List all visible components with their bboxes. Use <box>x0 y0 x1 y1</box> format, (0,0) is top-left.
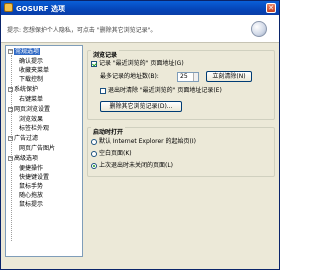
collapse-icon[interactable]: − <box>8 156 13 161</box>
radio-ie-home[interactable] <box>91 138 97 145</box>
collapse-icon[interactable]: − <box>8 107 13 112</box>
close-button[interactable]: ✕ <box>266 3 276 13</box>
clear-on-exit-checkbox[interactable]: 退出时清除 "最近浏览的" 页面地址记录(E) <box>100 87 222 95</box>
tree-guide-line <box>11 55 12 241</box>
record-history-checkbox[interactable]: 记录 "最近浏览的" 页面地址(G) <box>91 60 184 68</box>
options-tree[interactable]: − 常规选项 确认提示 收藏夹菜单 下载控制 −系统保护 右键菜单 −网页浏览设置… <box>5 45 83 257</box>
tree-item-mouse-tips[interactable]: 鼠标提示 <box>19 201 43 209</box>
tree-item-advanced[interactable]: −高级选项 <box>8 155 38 163</box>
startup-option-restore[interactable]: 上次退出时未关闭的页面(L) <box>91 162 173 170</box>
collapse-icon[interactable]: − <box>8 49 13 54</box>
tree-item-tab-appearance[interactable]: 标签栏外观 <box>19 125 49 133</box>
tree-item-download[interactable]: 下载控制 <box>19 76 43 84</box>
tree-item-drag-drop[interactable]: 随心拖放 <box>19 192 43 200</box>
stepper-arrows-icon[interactable] <box>193 73 198 81</box>
tree-item-general[interactable]: − 常规选项 <box>8 48 41 56</box>
startup-option-blank[interactable]: 空白页面(K) <box>91 150 132 158</box>
radio-restore[interactable] <box>91 162 97 169</box>
settings-globe-icon <box>251 21 267 37</box>
startup-group: 启动时打开 默认 Internet Explorer 的起始页(I) 空白页面(… <box>87 127 275 177</box>
title-bar[interactable]: GOSURF 选项 ✕ <box>1 1 279 15</box>
tree-item-mouse-gestures[interactable]: 鼠标手势 <box>19 183 43 191</box>
delete-other-history-button[interactable]: 删除其它浏览记录(D)... <box>100 101 182 112</box>
tree-item-browsing[interactable]: −网页浏览设置 <box>8 106 50 114</box>
settings-panel: 浏览记录 记录 "最近浏览的" 页面地址(G) 最多记录的地址数(B): 25 … <box>87 45 275 257</box>
startup-group-title: 启动时打开 <box>91 127 126 136</box>
hint-text: 提示: 您想保护个人隐私，可点击 "删除其它浏览记录"。 <box>7 27 157 34</box>
collapse-icon[interactable]: − <box>8 136 13 141</box>
window-title: GOSURF 选项 <box>16 5 66 13</box>
max-records-stepper[interactable]: 25 <box>177 72 199 82</box>
clear-now-button[interactable]: 立刻清除(N) <box>206 71 252 82</box>
history-group: 浏览记录 记录 "最近浏览的" 页面地址(G) 最多记录的地址数(B): 25 … <box>87 50 275 120</box>
tree-item-ad-filter[interactable]: −广告过滤 <box>8 135 38 143</box>
tree-item-hotkeys[interactable]: 快捷键设置 <box>19 174 49 182</box>
app-icon <box>4 3 13 12</box>
record-history-check[interactable] <box>91 60 97 67</box>
max-records-label: 最多记录的地址数(B): <box>100 73 159 80</box>
tree-item-shortcuts-ops[interactable]: 便捷操作 <box>19 165 43 173</box>
tree-item-context-menu[interactable]: 右键菜单 <box>19 96 43 104</box>
history-group-title: 浏览记录 <box>91 50 120 59</box>
startup-option-ie-home[interactable]: 默认 Internet Explorer 的起始页(I) <box>91 138 196 146</box>
tree-item-system-protect[interactable]: −系统保护 <box>8 86 38 94</box>
options-window: GOSURF 选项 ✕ 提示: 您想保护个人隐私，可点击 "删除其它浏览记录"。… <box>0 0 280 270</box>
hint-bar: 提示: 您想保护个人隐私，可点击 "删除其它浏览记录"。 <box>1 15 279 43</box>
tree-item-confirm[interactable]: 确认提示 <box>19 58 43 66</box>
tree-item-browse-effect[interactable]: 浏览效果 <box>19 116 43 124</box>
tree-item-favorites-menu[interactable]: 收藏夹菜单 <box>19 67 49 75</box>
collapse-icon[interactable]: − <box>8 87 13 92</box>
radio-blank[interactable] <box>91 150 97 157</box>
tree-item-ad-images[interactable]: 网页广告图片 <box>19 145 55 153</box>
clear-on-exit-check[interactable] <box>100 87 106 94</box>
